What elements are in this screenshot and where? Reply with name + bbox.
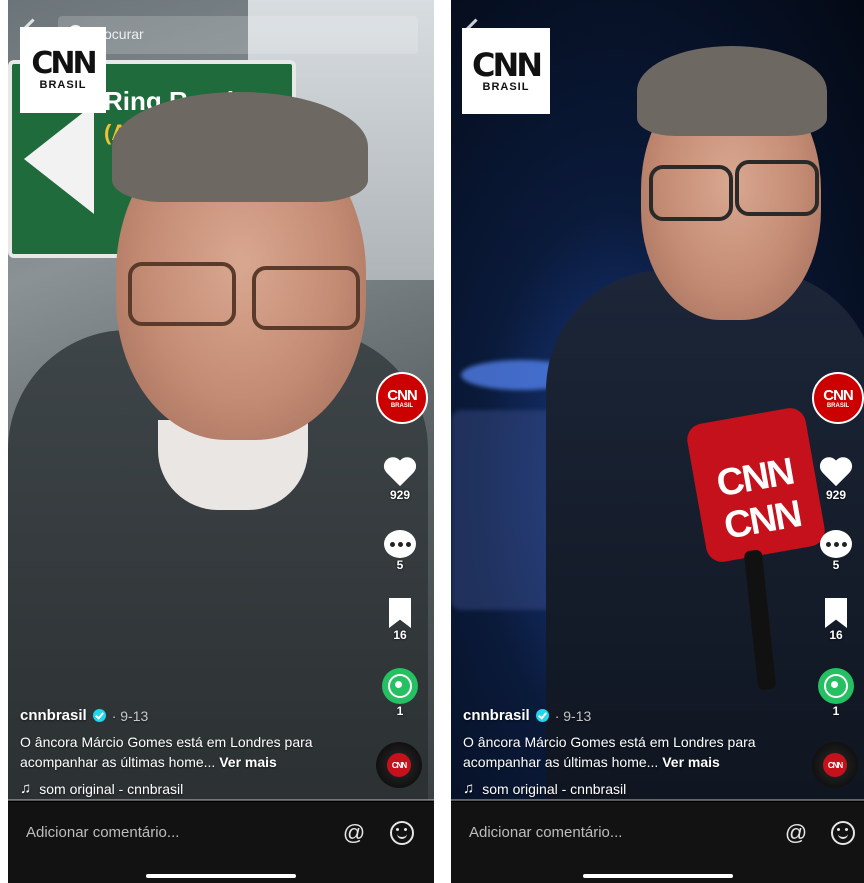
sound-disc[interactable]: CNN <box>376 742 422 788</box>
comment-icon <box>820 530 852 558</box>
see-more-link[interactable]: Ver mais <box>219 754 277 770</box>
comment-count: 5 <box>396 558 404 572</box>
comment-count: 5 <box>832 558 840 572</box>
like-button[interactable]: 929 <box>808 456 864 502</box>
sound-disc[interactable]: CNN <box>812 742 858 788</box>
video-player[interactable]: Ring Road (A4 <box>8 0 434 800</box>
home-indicator <box>146 874 296 878</box>
see-more-link[interactable]: Ver mais <box>662 754 720 770</box>
bookmark-icon <box>389 598 411 628</box>
share-count: 1 <box>832 704 840 718</box>
cnn-brasil-logo: CNN BRASIL <box>462 28 550 114</box>
comment-bar: Adicionar comentário... @ <box>451 802 864 883</box>
share-button[interactable]: 1 <box>808 668 864 718</box>
video-screen-right: CNN CNN CNN BRASIL CNN BRASIL 929 5 16 1 <box>451 0 864 883</box>
like-count: 929 <box>389 488 411 502</box>
post-date: · 9-13 <box>111 707 149 724</box>
comment-button[interactable]: 5 <box>372 530 428 572</box>
sound-link[interactable]: ♫ som original - cnnbrasil <box>20 780 360 797</box>
comment-icon <box>384 530 416 558</box>
sound-name: som original - cnnbrasil <box>39 780 184 797</box>
username[interactable]: cnnbrasil <box>20 707 87 724</box>
like-count: 929 <box>825 488 847 502</box>
cnn-brasil-logo: CNN BRASIL <box>20 27 106 113</box>
comment-input[interactable]: Adicionar comentário... <box>469 824 622 841</box>
save-count: 16 <box>829 628 843 642</box>
at-icon[interactable]: @ <box>784 821 808 845</box>
bookmark-icon <box>825 598 847 628</box>
profile-avatar[interactable]: CNN BRASIL <box>376 372 428 424</box>
video-player[interactable]: CNN CNN <box>451 0 864 800</box>
like-button[interactable]: 929 <box>372 456 428 502</box>
comment-input[interactable]: Adicionar comentário... <box>26 824 179 841</box>
save-button[interactable]: 16 <box>372 598 428 642</box>
verified-icon <box>92 709 106 722</box>
share-count: 1 <box>396 704 404 718</box>
microphone: CNN CNN <box>684 405 828 565</box>
heart-icon <box>383 456 417 488</box>
video-caption: cnnbrasil · 9-13 O âncora Márcio Gomes e… <box>463 707 803 797</box>
heart-icon <box>819 456 853 488</box>
search-input[interactable]: Procurar <box>58 16 418 54</box>
at-icon[interactable]: @ <box>342 821 366 845</box>
share-button[interactable]: 1 <box>372 668 428 718</box>
music-note-icon: ♫ <box>463 780 475 797</box>
video-screen-left: Ring Road (A4 Procurar CNN BRASIL CNN BR… <box>8 0 434 883</box>
emoji-icon[interactable] <box>390 821 414 845</box>
whatsapp-icon <box>382 668 418 704</box>
sound-link[interactable]: ♫ som original - cnnbrasil <box>463 780 803 797</box>
emoji-icon[interactable] <box>831 821 855 845</box>
home-indicator <box>582 874 733 878</box>
video-progress[interactable] <box>451 799 864 801</box>
username[interactable]: cnnbrasil <box>463 707 530 724</box>
comment-button[interactable]: 5 <box>808 530 864 572</box>
music-note-icon: ♫ <box>20 780 32 797</box>
video-caption: cnnbrasil · 9-13 O âncora Márcio Gomes e… <box>20 707 360 797</box>
whatsapp-icon <box>818 668 854 704</box>
save-count: 16 <box>393 628 407 642</box>
comment-bar: Adicionar comentário... @ <box>8 802 434 883</box>
save-button[interactable]: 16 <box>808 598 864 642</box>
post-date: · 9-13 <box>554 707 592 724</box>
profile-avatar[interactable]: CNN BRASIL <box>812 372 864 424</box>
video-progress[interactable] <box>8 799 434 801</box>
sound-name: som original - cnnbrasil <box>482 780 627 797</box>
verified-icon <box>535 709 549 722</box>
